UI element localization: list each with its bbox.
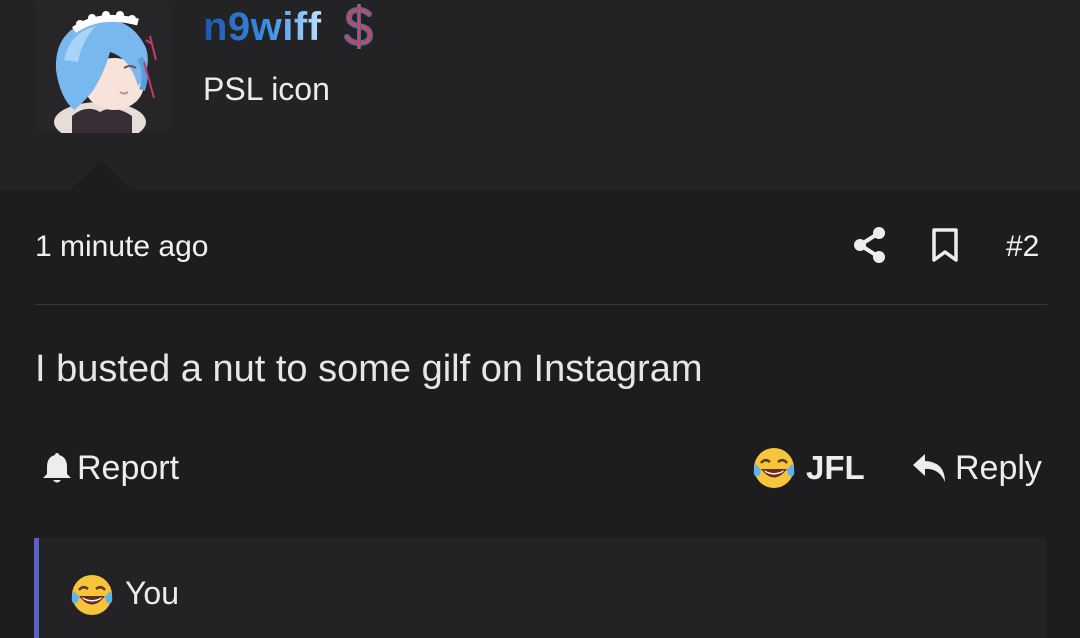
report-label: Report <box>77 448 180 487</box>
reply-icon <box>913 454 945 482</box>
post-number[interactable]: #2 <box>1006 230 1039 264</box>
post: 1 minute ago #2 I busted a nut to some g… <box>0 190 1080 638</box>
username[interactable]: n9wiff <box>203 4 322 50</box>
post-body: I busted a nut to some gilf on Instagram <box>35 348 703 390</box>
report-button[interactable]: Report <box>41 448 179 488</box>
reply-label: Reply <box>955 448 1042 487</box>
laughing-crying-icon <box>753 448 795 488</box>
post-pointer <box>70 160 132 190</box>
laughing-crying-icon <box>71 575 113 615</box>
avatar-image <box>34 0 170 133</box>
dollar-icon <box>344 4 374 49</box>
reactions-summary: You <box>125 575 179 611</box>
reactions-bar[interactable]: You <box>34 538 1046 638</box>
divider <box>35 304 1047 305</box>
reply-button[interactable]: Reply <box>911 448 1042 488</box>
reaction-label: JFL <box>806 449 865 486</box>
post-timestamp[interactable]: 1 minute ago <box>35 230 208 264</box>
bell-icon <box>43 453 71 483</box>
user-title: PSL icon <box>203 71 330 107</box>
share-icon[interactable] <box>852 226 888 264</box>
bookmark-icon[interactable] <box>930 227 960 263</box>
user-header: n9wiff PSL icon <box>0 0 1080 190</box>
avatar[interactable] <box>34 0 170 133</box>
reaction-button[interactable]: JFL <box>752 446 865 490</box>
